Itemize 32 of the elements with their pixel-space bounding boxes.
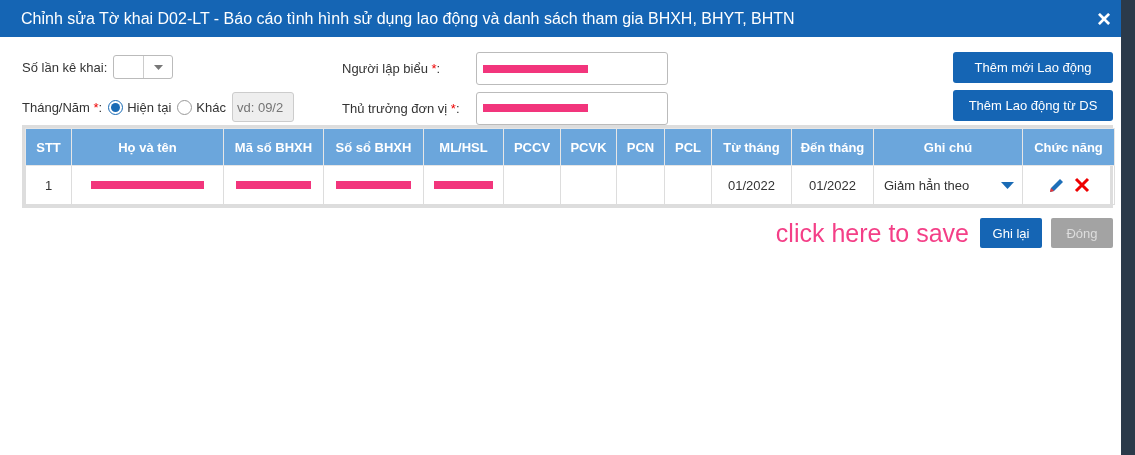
column-header: Số sổ BHXH [323,128,424,166]
table-cell: 01/2022 [711,165,792,205]
column-header: ML/HSL [423,128,504,166]
add-button[interactable]: Thêm mới Lao động [953,52,1113,83]
edit-icon[interactable] [1047,176,1066,194]
caret-icon [153,64,163,70]
text-field[interactable] [476,91,668,125]
column-header: Họ và tên [71,128,224,166]
field-label: Số lần kê khai: [22,59,108,75]
column-header: PCN [616,128,665,166]
delete-icon[interactable] [1073,177,1090,193]
text-field[interactable] [476,52,668,86]
annotation-text: click here to save [775,218,969,248]
column-header: Từ tháng [711,128,792,166]
column-header: PCCV [503,128,561,166]
close-button[interactable]: × [1097,6,1111,31]
column-header: STT [25,128,72,166]
table-cell: 01/2022 [791,165,874,205]
column-header: Đến tháng [791,128,874,166]
column-header: Chức năng [1022,128,1115,166]
field-label: Thủ trưởng đơn vị *: [342,100,461,116]
save-button[interactable]: Ghi lại [980,218,1042,248]
field-label: Tháng/Năm *: [22,99,103,115]
add-button[interactable]: Thêm Lao động từ DS [953,90,1113,121]
column-header: Mã số BHXH [223,128,324,166]
table-cell: 1 [25,165,72,205]
column-header: PCVK [560,128,617,166]
column-header: Ghi chú [873,128,1023,166]
field-label: Người lập biểu *: [342,61,442,77]
column-header: PCL [664,128,712,166]
dialog-title: Chỉnh sửa Tờ khai D02-LT - Báo cáo tình hình sử dụng lao động và danh sách tham gia BHXH, BHYT, BHTN [21,9,795,28]
caret-icon [1001,181,1014,189]
